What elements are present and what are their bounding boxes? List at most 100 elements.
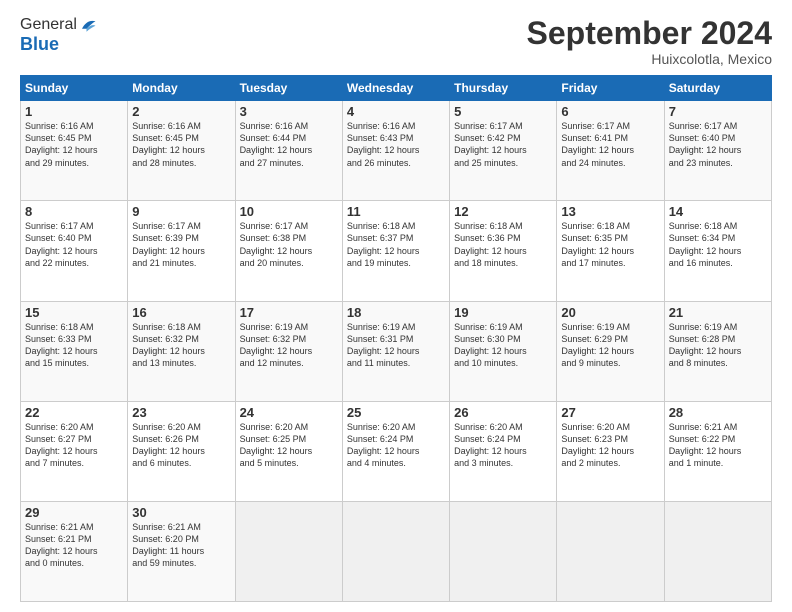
day-number: 5 [454,104,552,119]
day-info: Sunrise: 6:20 AM Sunset: 6:23 PM Dayligh… [561,421,659,470]
calendar-week-row: 15Sunrise: 6:18 AM Sunset: 6:33 PM Dayli… [21,301,772,401]
day-number: 3 [240,104,338,119]
table-row: 20Sunrise: 6:19 AM Sunset: 6:29 PM Dayli… [557,301,664,401]
calendar-week-row: 8Sunrise: 6:17 AM Sunset: 6:40 PM Daylig… [21,201,772,301]
header-friday: Friday [557,76,664,101]
day-info: Sunrise: 6:18 AM Sunset: 6:33 PM Dayligh… [25,321,123,370]
day-info: Sunrise: 6:16 AM Sunset: 6:44 PM Dayligh… [240,120,338,169]
logo-general-text: General [20,16,77,34]
day-info: Sunrise: 6:20 AM Sunset: 6:24 PM Dayligh… [454,421,552,470]
table-row: 6Sunrise: 6:17 AM Sunset: 6:41 PM Daylig… [557,101,664,201]
calendar-week-row: 29Sunrise: 6:21 AM Sunset: 6:21 PM Dayli… [21,501,772,601]
table-row: 8Sunrise: 6:17 AM Sunset: 6:40 PM Daylig… [21,201,128,301]
table-row: 11Sunrise: 6:18 AM Sunset: 6:37 PM Dayli… [342,201,449,301]
logo-blue-text: Blue [20,34,97,55]
day-number: 17 [240,305,338,320]
day-info: Sunrise: 6:16 AM Sunset: 6:45 PM Dayligh… [132,120,230,169]
table-row: 19Sunrise: 6:19 AM Sunset: 6:30 PM Dayli… [450,301,557,401]
header-saturday: Saturday [664,76,771,101]
day-info: Sunrise: 6:21 AM Sunset: 6:21 PM Dayligh… [25,521,123,570]
day-info: Sunrise: 6:19 AM Sunset: 6:28 PM Dayligh… [669,321,767,370]
location: Huixcolotla, Mexico [527,51,772,67]
day-info: Sunrise: 6:16 AM Sunset: 6:43 PM Dayligh… [347,120,445,169]
day-number: 28 [669,405,767,420]
day-number: 30 [132,505,230,520]
day-info: Sunrise: 6:18 AM Sunset: 6:37 PM Dayligh… [347,220,445,269]
table-row: 29Sunrise: 6:21 AM Sunset: 6:21 PM Dayli… [21,501,128,601]
table-row [664,501,771,601]
header-tuesday: Tuesday [235,76,342,101]
day-info: Sunrise: 6:17 AM Sunset: 6:39 PM Dayligh… [132,220,230,269]
day-info: Sunrise: 6:16 AM Sunset: 6:45 PM Dayligh… [25,120,123,169]
day-number: 21 [669,305,767,320]
table-row: 16Sunrise: 6:18 AM Sunset: 6:32 PM Dayli… [128,301,235,401]
day-info: Sunrise: 6:19 AM Sunset: 6:31 PM Dayligh… [347,321,445,370]
page: General Blue September 2024 Huixcolotla,… [0,0,792,612]
table-row: 7Sunrise: 6:17 AM Sunset: 6:40 PM Daylig… [664,101,771,201]
table-row: 2Sunrise: 6:16 AM Sunset: 6:45 PM Daylig… [128,101,235,201]
table-row: 12Sunrise: 6:18 AM Sunset: 6:36 PM Dayli… [450,201,557,301]
day-number: 12 [454,204,552,219]
day-info: Sunrise: 6:18 AM Sunset: 6:32 PM Dayligh… [132,321,230,370]
day-info: Sunrise: 6:17 AM Sunset: 6:38 PM Dayligh… [240,220,338,269]
calendar-header-row: Sunday Monday Tuesday Wednesday Thursday… [21,76,772,101]
day-info: Sunrise: 6:18 AM Sunset: 6:35 PM Dayligh… [561,220,659,269]
day-number: 25 [347,405,445,420]
day-number: 26 [454,405,552,420]
day-number: 9 [132,204,230,219]
table-row: 15Sunrise: 6:18 AM Sunset: 6:33 PM Dayli… [21,301,128,401]
day-info: Sunrise: 6:17 AM Sunset: 6:40 PM Dayligh… [669,120,767,169]
day-number: 11 [347,204,445,219]
table-row: 9Sunrise: 6:17 AM Sunset: 6:39 PM Daylig… [128,201,235,301]
day-number: 2 [132,104,230,119]
day-info: Sunrise: 6:20 AM Sunset: 6:24 PM Dayligh… [347,421,445,470]
day-info: Sunrise: 6:20 AM Sunset: 6:26 PM Dayligh… [132,421,230,470]
table-row: 3Sunrise: 6:16 AM Sunset: 6:44 PM Daylig… [235,101,342,201]
logo: General Blue [20,16,97,55]
month-title: September 2024 [527,16,772,51]
day-info: Sunrise: 6:21 AM Sunset: 6:22 PM Dayligh… [669,421,767,470]
logo-bird-icon [79,16,97,34]
table-row: 27Sunrise: 6:20 AM Sunset: 6:23 PM Dayli… [557,401,664,501]
table-row: 25Sunrise: 6:20 AM Sunset: 6:24 PM Dayli… [342,401,449,501]
day-number: 1 [25,104,123,119]
day-info: Sunrise: 6:19 AM Sunset: 6:30 PM Dayligh… [454,321,552,370]
header: General Blue September 2024 Huixcolotla,… [20,16,772,67]
header-monday: Monday [128,76,235,101]
day-number: 23 [132,405,230,420]
day-number: 10 [240,204,338,219]
table-row: 10Sunrise: 6:17 AM Sunset: 6:38 PM Dayli… [235,201,342,301]
table-row [342,501,449,601]
calendar-week-row: 22Sunrise: 6:20 AM Sunset: 6:27 PM Dayli… [21,401,772,501]
day-info: Sunrise: 6:18 AM Sunset: 6:34 PM Dayligh… [669,220,767,269]
calendar: Sunday Monday Tuesday Wednesday Thursday… [20,75,772,602]
day-number: 14 [669,204,767,219]
calendar-week-row: 1Sunrise: 6:16 AM Sunset: 6:45 PM Daylig… [21,101,772,201]
table-row [450,501,557,601]
day-number: 29 [25,505,123,520]
day-number: 22 [25,405,123,420]
day-number: 16 [132,305,230,320]
day-info: Sunrise: 6:20 AM Sunset: 6:27 PM Dayligh… [25,421,123,470]
day-number: 19 [454,305,552,320]
title-area: September 2024 Huixcolotla, Mexico [527,16,772,67]
table-row: 28Sunrise: 6:21 AM Sunset: 6:22 PM Dayli… [664,401,771,501]
day-number: 13 [561,204,659,219]
table-row: 13Sunrise: 6:18 AM Sunset: 6:35 PM Dayli… [557,201,664,301]
day-number: 15 [25,305,123,320]
table-row: 18Sunrise: 6:19 AM Sunset: 6:31 PM Dayli… [342,301,449,401]
table-row: 21Sunrise: 6:19 AM Sunset: 6:28 PM Dayli… [664,301,771,401]
day-number: 18 [347,305,445,320]
table-row: 24Sunrise: 6:20 AM Sunset: 6:25 PM Dayli… [235,401,342,501]
day-number: 6 [561,104,659,119]
day-info: Sunrise: 6:19 AM Sunset: 6:29 PM Dayligh… [561,321,659,370]
day-number: 24 [240,405,338,420]
day-info: Sunrise: 6:17 AM Sunset: 6:40 PM Dayligh… [25,220,123,269]
day-number: 27 [561,405,659,420]
header-sunday: Sunday [21,76,128,101]
day-info: Sunrise: 6:21 AM Sunset: 6:20 PM Dayligh… [132,521,230,570]
table-row: 26Sunrise: 6:20 AM Sunset: 6:24 PM Dayli… [450,401,557,501]
day-number: 8 [25,204,123,219]
table-row [235,501,342,601]
day-info: Sunrise: 6:19 AM Sunset: 6:32 PM Dayligh… [240,321,338,370]
